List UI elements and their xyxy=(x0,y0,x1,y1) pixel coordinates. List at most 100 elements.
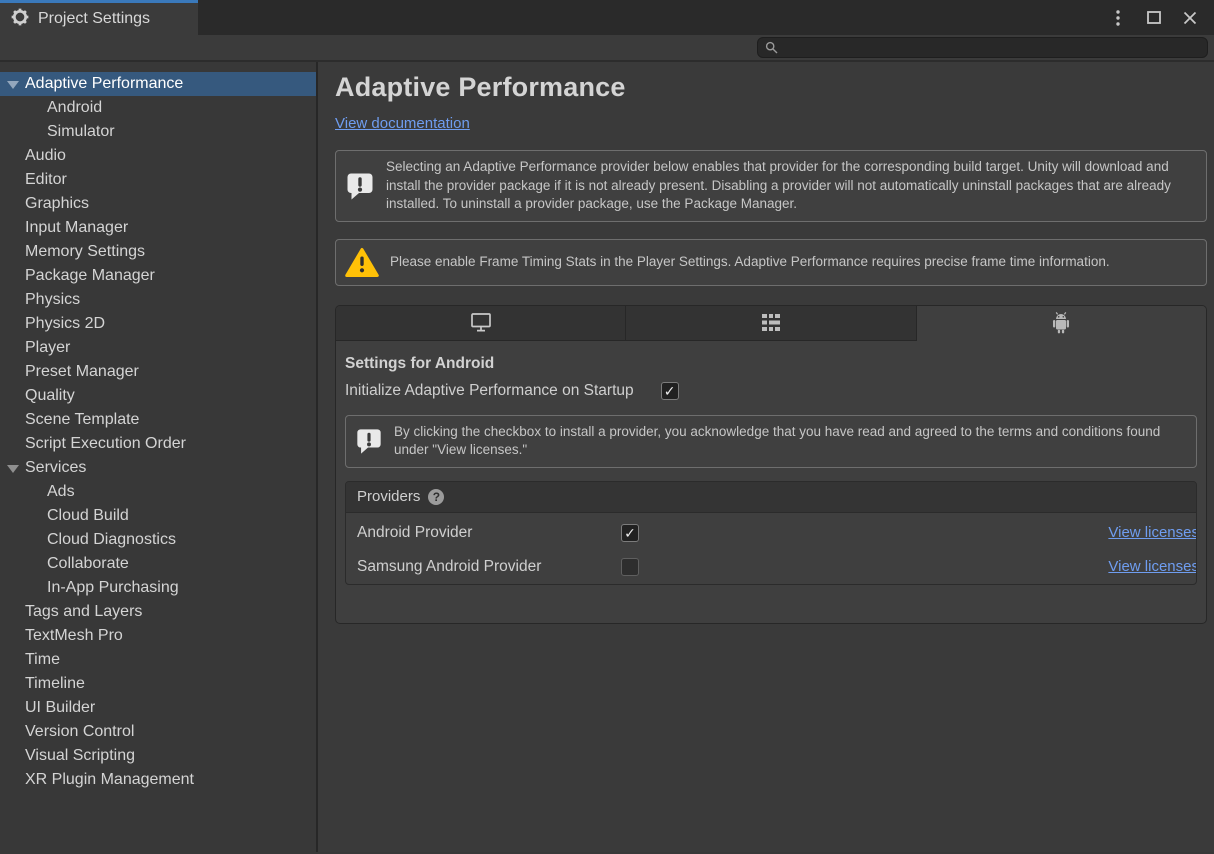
platform-tabstrip xyxy=(336,306,1206,341)
search-icon xyxy=(765,41,778,54)
providers-rows: Android Provider✓View licensesSamsung An… xyxy=(346,516,1196,584)
foldout-triangle-icon[interactable] xyxy=(7,465,19,473)
sidebar-item-label: Audio xyxy=(25,147,66,164)
window-tab-label: Project Settings xyxy=(38,10,150,28)
search-field[interactable] xyxy=(757,37,1208,58)
sidebar-item-version-control[interactable]: Version Control xyxy=(0,720,316,744)
provider-row-android-provider: Android Provider✓ View licenses xyxy=(346,516,1196,550)
sidebar-item-services[interactable]: Services xyxy=(0,456,316,480)
platform-panel-body: Settings for Android Initialize Adaptive… xyxy=(336,341,1206,623)
sidebar-item-tags-and-layers[interactable]: Tags and Layers xyxy=(0,600,316,624)
sidebar-item-label: Script Execution Order xyxy=(25,435,186,452)
kebab-menu-icon[interactable] xyxy=(1110,10,1126,26)
sidebar-item-label: Simulator xyxy=(47,123,115,140)
sidebar-item-input-manager[interactable]: Input Manager xyxy=(0,216,316,240)
foldout-triangle-icon[interactable] xyxy=(7,81,19,89)
sidebar-item-audio[interactable]: Audio xyxy=(0,144,316,168)
sidebar-item-label: Package Manager xyxy=(25,267,155,284)
sidebar-item-quality[interactable]: Quality xyxy=(0,384,316,408)
platform-tab-desktop[interactable] xyxy=(336,306,626,341)
window-tab-project-settings[interactable]: Project Settings xyxy=(0,0,198,35)
close-icon[interactable] xyxy=(1182,10,1198,26)
android-icon xyxy=(1050,311,1072,334)
sidebar-item-label: XR Plugin Management xyxy=(25,771,194,788)
sidebar: Adaptive Performance Android Simulator Audi… xyxy=(0,62,318,852)
modules-icon xyxy=(759,312,783,333)
sidebar-item-label: Preset Manager xyxy=(25,363,139,380)
sidebar-item-label: Android xyxy=(47,99,102,116)
sidebar-item-time[interactable]: Time xyxy=(0,648,316,672)
initialize-on-startup-checkbox[interactable]: ✓ xyxy=(661,382,679,400)
sidebar-item-ui-builder[interactable]: UI Builder xyxy=(0,696,316,720)
providers-section: Providers ? Android Provider✓ View licens… xyxy=(345,481,1197,585)
view-licenses-link[interactable]: View licenses xyxy=(1108,524,1197,541)
sidebar-item-timeline[interactable]: Timeline xyxy=(0,672,316,696)
view-licenses-link[interactable]: View licenses xyxy=(1108,558,1197,575)
sidebar-item-label: In-App Purchasing xyxy=(47,579,179,596)
sidebar-item-collaborate[interactable]: Collaborate xyxy=(0,552,316,576)
sidebar-item-label: Physics xyxy=(25,291,80,308)
initialize-on-startup-label: Initialize Adaptive Performance on Start… xyxy=(345,382,634,400)
sidebar-item-memory-settings[interactable]: Memory Settings xyxy=(0,240,316,264)
provider-label: Android Provider xyxy=(357,524,621,542)
sidebar-item-preset-manager[interactable]: Preset Manager xyxy=(0,360,316,384)
initialize-on-startup-row: Initialize Adaptive Performance on Start… xyxy=(345,382,1197,400)
sidebar-item-label: Input Manager xyxy=(25,219,128,236)
sidebar-item-label: Memory Settings xyxy=(25,243,145,260)
sidebar-item-graphics[interactable]: Graphics xyxy=(0,192,316,216)
search-input[interactable] xyxy=(783,40,1200,55)
sidebar-item-label: Ads xyxy=(47,483,75,500)
sidebar-item-label: Player xyxy=(25,339,70,356)
license-notice-helpbox: By clicking the checkbox to install a pr… xyxy=(345,415,1197,468)
sidebar-item-physics-2d[interactable]: Physics 2D xyxy=(0,312,316,336)
sidebar-item-label: TextMesh Pro xyxy=(25,627,123,644)
sidebar-item-visual-scripting[interactable]: Visual Scripting xyxy=(0,744,316,768)
provider-label: Samsung Android Provider xyxy=(357,558,621,576)
sidebar-item-player[interactable]: Player xyxy=(0,336,316,360)
sidebar-item-in-app-purchasing[interactable]: In-App Purchasing xyxy=(0,576,316,600)
providers-header-label: Providers xyxy=(357,488,420,505)
sidebar-item-label: Services xyxy=(25,459,86,476)
help-icon[interactable]: ? xyxy=(428,489,444,505)
desktop-icon xyxy=(469,312,493,333)
sidebar-item-label: Version Control xyxy=(25,723,134,740)
sidebar-item-android[interactable]: Android xyxy=(0,96,316,120)
maximize-icon[interactable] xyxy=(1146,10,1162,26)
sidebar-item-simulator[interactable]: Simulator xyxy=(0,120,316,144)
sidebar-item-label: Collaborate xyxy=(47,555,129,572)
provider-row-samsung-android-provider: Samsung Android Provider View licenses xyxy=(346,550,1196,584)
sidebar-item-adaptive-performance[interactable]: Adaptive Performance xyxy=(0,72,316,96)
sidebar-item-xr-plugin-management[interactable]: XR Plugin Management xyxy=(0,768,316,792)
sidebar-item-label: Quality xyxy=(25,387,75,404)
platform-tab-modules[interactable] xyxy=(626,306,916,341)
sidebar-item-label: Visual Scripting xyxy=(25,747,135,764)
view-documentation-link[interactable]: View documentation xyxy=(335,115,470,132)
sidebar-item-package-manager[interactable]: Package Manager xyxy=(0,264,316,288)
sidebar-item-cloud-build[interactable]: Cloud Build xyxy=(0,504,316,528)
sidebar-item-script-execution-order[interactable]: Script Execution Order xyxy=(0,432,316,456)
sidebar-item-editor[interactable]: Editor xyxy=(0,168,316,192)
sidebar-item-label: Timeline xyxy=(25,675,85,692)
main-panel: Adaptive Performance View documentation … xyxy=(318,62,1214,852)
sidebar-item-physics[interactable]: Physics xyxy=(0,288,316,312)
sidebar-item-label: Cloud Build xyxy=(47,507,129,524)
gear-icon xyxy=(11,8,29,31)
window-controls xyxy=(1110,0,1214,35)
warning-helpbox-text: Please enable Frame Timing Stats in the … xyxy=(390,253,1110,272)
sidebar-item-label: UI Builder xyxy=(25,699,95,716)
info-helpbox: Selecting an Adaptive Performance provid… xyxy=(335,150,1207,222)
provider-checkbox[interactable] xyxy=(621,558,639,576)
sidebar-item-cloud-diagnostics[interactable]: Cloud Diagnostics xyxy=(0,528,316,552)
sidebar-item-ads[interactable]: Ads xyxy=(0,480,316,504)
info-icon xyxy=(345,171,375,201)
settings-for-android-header: Settings for Android xyxy=(345,355,1197,373)
platform-tab-android[interactable] xyxy=(917,306,1206,341)
provider-checkbox[interactable]: ✓ xyxy=(621,524,639,542)
sidebar-item-label: Cloud Diagnostics xyxy=(47,531,176,548)
sidebar-item-textmesh-pro[interactable]: TextMesh Pro xyxy=(0,624,316,648)
info-icon xyxy=(355,427,383,455)
sidebar-item-label: Tags and Layers xyxy=(25,603,142,620)
platform-settings-panel: Settings for Android Initialize Adaptive… xyxy=(335,305,1207,624)
warning-helpbox: Please enable Frame Timing Stats in the … xyxy=(335,239,1207,286)
sidebar-item-scene-template[interactable]: Scene Template xyxy=(0,408,316,432)
